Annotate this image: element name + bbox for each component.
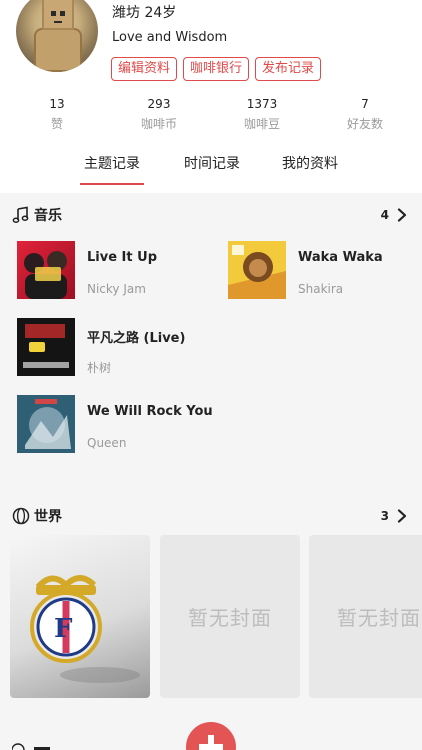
song-title: 平凡之路 (Live): [87, 331, 186, 346]
world-card[interactable]: 暂无封面: [309, 535, 422, 698]
stat-likes-label: 赞: [50, 117, 63, 131]
tab-my-profile[interactable]: 我的资料: [278, 151, 342, 193]
next-section-header-partial: [12, 743, 50, 750]
avatar[interactable]: [16, 0, 98, 72]
stat-friends[interactable]: 7 好友数: [320, 95, 410, 133]
world-count: 3: [380, 509, 389, 523]
edit-profile-button[interactable]: 编辑资料: [111, 57, 178, 81]
coffee-bank-button[interactable]: 咖啡银行: [183, 57, 250, 81]
music-note-icon: [12, 206, 29, 223]
profile-header: 潍坊 24岁 Love and Wisdom 编辑资料 咖啡银行 发布记录: [0, 0, 422, 92]
song-title: We Will Rock You: [87, 404, 213, 419]
music-section-header[interactable]: 音乐 4: [0, 194, 422, 236]
stat-coffee-beans[interactable]: 1373 咖啡豆: [217, 95, 307, 133]
profile-bio: Love and Wisdom: [112, 30, 228, 45]
song-card[interactable]: 平凡之路 (Live) 朴树: [17, 318, 277, 378]
avatar-figure-body: [34, 28, 82, 72]
album-cover: [17, 241, 75, 299]
world-card[interactable]: F: [10, 535, 150, 698]
profile-stats: 13 赞 293 咖啡币 1373 咖啡豆 7 好友数: [0, 95, 422, 141]
real-madrid-crest-image: F: [30, 575, 140, 683]
song-title: Waka Waka: [298, 250, 383, 265]
globe-icon: [12, 507, 30, 525]
song-artist: Queen: [87, 436, 127, 450]
music-count: 4: [380, 208, 389, 222]
song-title: Live It Up: [87, 250, 157, 265]
song-card[interactable]: Waka Waka Shakira: [228, 241, 422, 301]
chevron-right-icon[interactable]: [397, 509, 407, 523]
song-card[interactable]: We Will Rock You Queen: [17, 395, 277, 455]
profile-actions: 编辑资料 咖啡银行 发布记录: [111, 57, 322, 81]
world-section-title: 世界: [34, 509, 62, 525]
stat-coffee-beans-label: 咖啡豆: [243, 117, 280, 131]
chevron-right-icon[interactable]: [397, 208, 407, 222]
stat-likes-value: 13: [49, 97, 65, 111]
album-cover: [17, 318, 75, 376]
song-card[interactable]: Live It Up Nicky Jam: [17, 241, 207, 301]
tab-theme-records[interactable]: 主题记录: [80, 151, 144, 193]
world-card[interactable]: 暂无封面: [160, 535, 300, 698]
song-artist: 朴树: [87, 361, 112, 375]
album-cover-art-queen: [17, 395, 75, 453]
plus-icon: [208, 735, 214, 750]
song-artist: Shakira: [298, 282, 344, 296]
song-artist: Nicky Jam: [87, 282, 146, 296]
tab-time-records[interactable]: 时间记录: [180, 151, 244, 193]
album-cover-art-live-it-up: [24, 251, 67, 299]
album-cover: [17, 395, 75, 453]
stat-likes[interactable]: 13 赞: [12, 95, 102, 133]
profile-name-age: 潍坊 24岁: [112, 5, 177, 21]
profile-page: 潍坊 24岁 Love and Wisdom 编辑资料 咖啡银行 发布记录 13…: [0, 0, 422, 750]
no-cover-placeholder: 暂无封面: [337, 606, 421, 630]
stat-coffee-coins-label: 咖啡币: [140, 117, 177, 131]
stat-coffee-coins-value: 293: [147, 97, 171, 111]
stat-coffee-beans-value: 1373: [246, 97, 278, 111]
publish-record-button[interactable]: 发布记录: [255, 57, 322, 81]
svg-text:F: F: [54, 614, 73, 644]
album-cover-art-waka-waka: [228, 241, 286, 299]
stat-friends-label: 好友数: [346, 117, 383, 131]
album-cover-art-pingfan: [17, 318, 75, 376]
music-section-title: 音乐: [34, 208, 62, 224]
world-section-header[interactable]: 世界 3: [0, 495, 422, 537]
record-tabs: 主题记录 时间记录 我的资料: [0, 151, 422, 193]
stat-coffee-coins[interactable]: 293 咖啡币: [114, 95, 204, 133]
no-cover-placeholder: 暂无封面: [188, 606, 272, 630]
world-cards: F 暂无封面 暂无封面: [10, 535, 422, 699]
album-cover: [228, 241, 286, 299]
stat-friends-value: 7: [361, 97, 369, 111]
